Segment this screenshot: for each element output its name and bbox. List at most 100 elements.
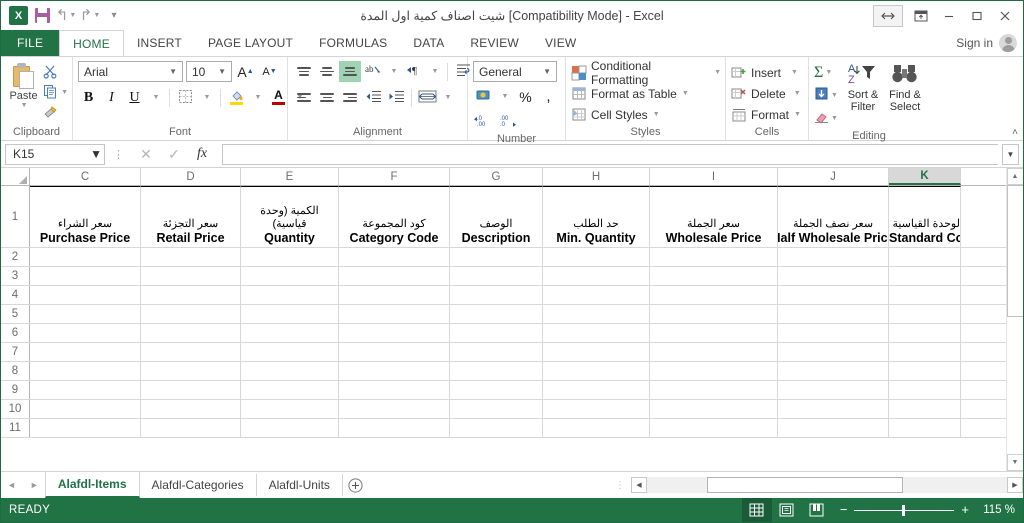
cell-f7[interactable] [339,343,450,361]
sort-and-filter-button[interactable]: AZ Sort & Filter [843,62,883,113]
fill-button[interactable]: ▼ [814,85,843,106]
cell-h1[interactable]: حد الطلب Min. Quantity [543,186,650,247]
vertical-scroll-thumb[interactable] [1006,185,1023,317]
accounting-dropdown-icon[interactable]: ▼ [496,86,513,107]
cell-i3[interactable] [650,267,778,285]
cell-j5[interactable] [778,305,889,323]
cell-i10[interactable] [650,400,778,418]
cell-f10[interactable] [339,400,450,418]
accounting-format-button[interactable] [473,86,494,107]
row-header-5[interactable]: 5 [1,305,30,323]
sheet-tab-alafdl-items[interactable]: Alafdl-Items [44,472,140,498]
cell-j10[interactable] [778,400,889,418]
zoom-level-label[interactable]: 115 % [977,504,1023,516]
increase-font-size-button[interactable]: A ▲ [235,61,256,82]
cell-g10[interactable] [450,400,543,418]
cell-e8[interactable] [241,362,339,380]
cell-k7[interactable] [889,343,961,361]
column-header-c[interactable]: C [30,168,141,185]
page-break-preview-button[interactable] [802,498,832,522]
help-icon[interactable] [873,4,903,27]
cell-h5[interactable] [543,305,650,323]
row-header-11[interactable]: 11 [1,419,30,437]
horizontal-scroll-thumb[interactable] [707,477,903,493]
tab-review[interactable]: REVIEW [457,30,532,56]
autosum-button[interactable]: Σ ▼ [814,62,843,83]
column-header-d[interactable]: D [141,168,241,185]
chevron-down-icon[interactable]: ▼ [825,69,832,76]
format-painter-button[interactable] [41,103,68,122]
cell-d8[interactable] [141,362,241,380]
cell-d11[interactable] [141,419,241,437]
decrease-indent-button[interactable] [362,87,384,108]
cell-g1[interactable]: الوصف Description [450,186,543,247]
insert-function-button[interactable]: fx [188,143,216,165]
cell-e6[interactable] [241,324,339,342]
maximize-button[interactable] [963,5,991,27]
fill-color-button[interactable] [226,87,247,108]
cell-j2[interactable] [778,248,889,266]
tab-file[interactable]: FILE [1,30,60,56]
cell-c11[interactable] [30,419,141,437]
cell-k11[interactable] [889,419,961,437]
zoom-out-button[interactable]: − [840,503,848,516]
paste-dropdown-icon[interactable]: ▼ [21,102,28,109]
comma-style-button[interactable]: , [538,86,559,107]
decrease-font-size-button[interactable]: A ▼ [259,61,280,82]
cell-j3[interactable] [778,267,889,285]
increase-decimal-button[interactable]: .0.00 [473,111,494,132]
previous-sheet-icon[interactable]: ◄ [7,480,16,490]
cell-j4[interactable] [778,286,889,304]
bottom-align-button[interactable] [339,61,361,82]
name-box[interactable]: K15 ▼ [5,143,105,165]
find-and-select-button[interactable]: Find & Select [885,62,925,113]
row-header-2[interactable]: 2 [1,248,30,266]
cell-e4[interactable] [241,286,339,304]
chevron-down-icon[interactable]: ▼ [791,69,798,76]
scroll-up-button[interactable]: ▲ [1006,168,1023,185]
cell-j8[interactable] [778,362,889,380]
format-as-table-button[interactable]: Format as Table ▼ [571,83,689,104]
zoom-in-button[interactable]: + [961,503,969,516]
sign-in-area[interactable]: Sign in [956,30,1023,56]
scroll-right-button[interactable]: ▶ [1007,477,1023,493]
percent-style-button[interactable]: % [515,86,536,107]
cell-f3[interactable] [339,267,450,285]
cell-h7[interactable] [543,343,650,361]
cell-k2[interactable] [889,248,961,266]
text-direction-button[interactable]: ¶ [403,61,425,82]
cell-f11[interactable] [339,419,450,437]
cell-d2[interactable] [141,248,241,266]
zoom-slider[interactable] [854,504,955,516]
font-color-button[interactable]: A [268,87,289,108]
cell-h8[interactable] [543,362,650,380]
cell-g11[interactable] [450,419,543,437]
cell-j1[interactable]: سعر نصف الجملة Half Wholesale Price [778,186,889,247]
cell-e3[interactable] [241,267,339,285]
cell-h10[interactable] [543,400,650,418]
cell-c1[interactable]: سعر الشراء Purchase Price [30,186,141,247]
italic-button[interactable]: I [101,87,122,108]
column-header-e[interactable]: E [241,168,339,185]
cell-c5[interactable] [30,305,141,323]
cell-g8[interactable] [450,362,543,380]
middle-align-button[interactable] [316,61,338,82]
column-header-h[interactable]: H [543,168,650,185]
column-header-k[interactable]: K [889,168,961,185]
insert-cells-button[interactable]: Insert ▼ [731,62,798,83]
cell-i9[interactable] [650,381,778,399]
cell-d6[interactable] [141,324,241,342]
cell-h3[interactable] [543,267,650,285]
column-header-f[interactable]: F [339,168,450,185]
collapse-ribbon-icon[interactable]: ˄ [1012,127,1018,138]
cell-d4[interactable] [141,286,241,304]
underline-button[interactable]: U [124,87,145,108]
cell-i5[interactable] [650,305,778,323]
sheet-tab-splitter[interactable]: ⋮ [609,480,631,491]
cell-i11[interactable] [650,419,778,437]
cell-e9[interactable] [241,381,339,399]
cell-c3[interactable] [30,267,141,285]
row-header-8[interactable]: 8 [1,362,30,380]
save-icon[interactable] [31,5,53,26]
clear-button[interactable]: ▼ [814,108,843,129]
